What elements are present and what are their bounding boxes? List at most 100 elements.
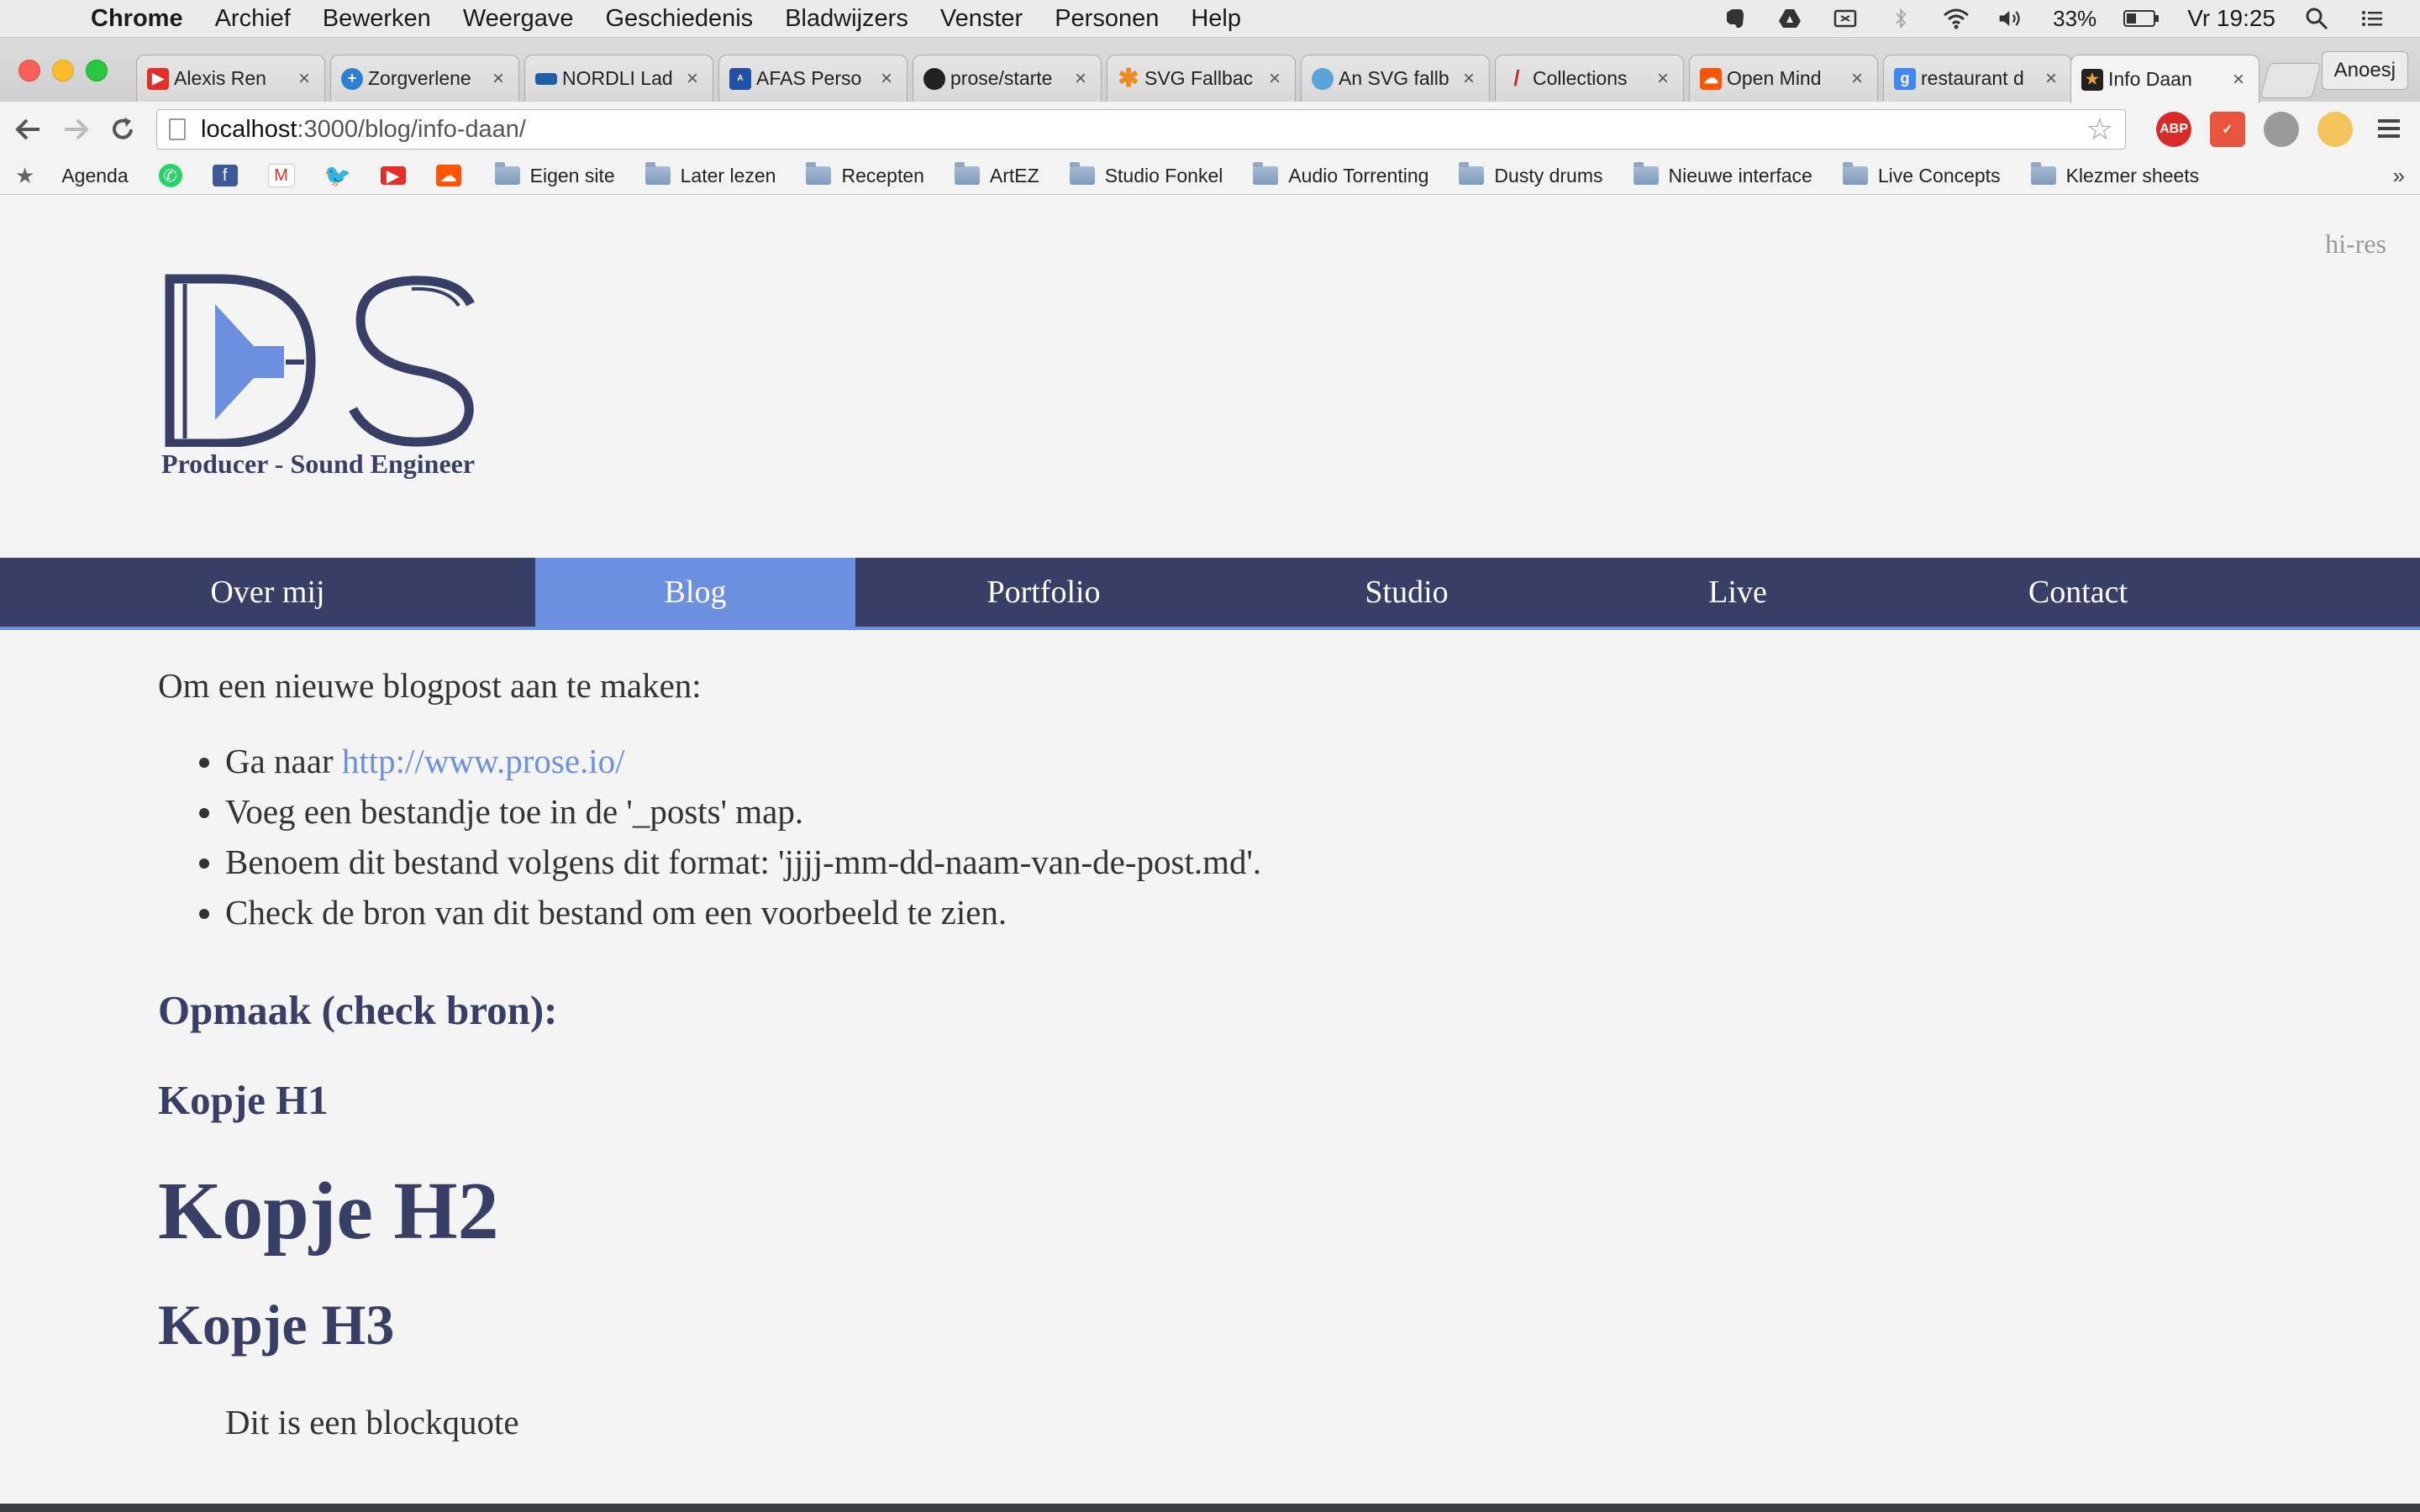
menu-app-chrome[interactable]: Chrome	[91, 5, 183, 33]
tab-close-icon[interactable]: ×	[1263, 67, 1286, 91]
bluetooth-icon[interactable]	[1886, 4, 1915, 33]
folder-icon	[954, 162, 980, 185]
tab-close-icon[interactable]: ×	[681, 67, 704, 91]
bookmark-youtube[interactable]: ▶	[380, 166, 416, 186]
cloud-extension-icon[interactable]	[2317, 112, 2353, 147]
bookmark-folder[interactable]: Nieuwe interface	[1633, 162, 1812, 187]
bookmark-folder[interactable]: Eigen site	[494, 162, 615, 187]
extension-icon[interactable]	[2264, 112, 2299, 147]
menu-geschiedenis[interactable]: Geschiedenis	[605, 5, 753, 33]
browser-tab[interactable]: A AFAS Perso ×	[718, 55, 908, 102]
window-zoom-button[interactable]	[86, 60, 108, 81]
pocket-extension-icon[interactable]: ✓	[2210, 112, 2245, 147]
menu-weergave[interactable]: Weergave	[463, 5, 574, 33]
nav-item-over-mij[interactable]: Over mij	[0, 558, 535, 627]
bookmark-twitter[interactable]: 🐦	[324, 162, 360, 188]
youtube-icon: ▶	[147, 67, 169, 90]
menu-help[interactable]: Help	[1191, 5, 1241, 33]
clock[interactable]: Vr 19:25	[2187, 5, 2275, 32]
instructions-list: Ga naar http://www.prose.io/ Voeg een be…	[158, 736, 2259, 937]
browser-tab[interactable]: An SVG fallb ×	[1301, 55, 1490, 102]
bookmarks-overflow-chevron-icon[interactable]: »	[2393, 163, 2405, 189]
blog-post-content: Om een nieuwe blogpost aan te maken: Ga …	[158, 665, 2259, 1442]
browser-tab[interactable]: NORDLI Lad ×	[524, 55, 713, 102]
browser-tab[interactable]: ☁ Open Mind ×	[1689, 55, 1878, 102]
macos-menubar: Chrome Archief Bewerken Weergave Geschie…	[0, 0, 2420, 38]
tab-close-icon[interactable]: ×	[2039, 67, 2063, 91]
nav-item-blog[interactable]: Blog	[535, 558, 855, 627]
bookmark-folder[interactable]: Audio Torrenting	[1253, 162, 1429, 187]
web-page: hi-res Producer - Sound Engineer Over mi…	[0, 195, 2420, 1512]
bookmark-soundcloud[interactable]: ☁	[435, 165, 471, 186]
bookmark-folder[interactable]: Klezmer sheets	[2030, 162, 2199, 187]
menu-bladwijzers[interactable]: Bladwijzers	[785, 5, 908, 33]
reload-button[interactable]	[104, 111, 141, 148]
bookmark-gmail[interactable]: M	[267, 164, 305, 187]
bookmark-facebook[interactable]: f	[212, 165, 248, 186]
tab-close-icon[interactable]: ×	[487, 67, 510, 91]
browser-tab[interactable]: / Collections ×	[1495, 55, 1684, 102]
battery-icon[interactable]	[2123, 4, 2160, 33]
address-bar[interactable]: localhost:3000/blog/info-daan/ ☆	[156, 109, 2126, 150]
bookmarks-star-icon[interactable]: ★	[15, 163, 34, 189]
browser-tab[interactable]: prose/starte ×	[913, 55, 1102, 102]
bookmark-folder[interactable]: Live Concepts	[1842, 162, 2001, 187]
nav-item-contact[interactable]: Contact	[1894, 558, 2262, 627]
bookmark-folder[interactable]: Later lezen	[644, 162, 776, 187]
notification-center-icon[interactable]	[2358, 4, 2386, 33]
volume-icon[interactable]	[1997, 4, 2026, 33]
bookmark-label: Audio Torrenting	[1288, 164, 1429, 186]
browser-tab[interactable]: ✱ SVG Fallbac ×	[1107, 55, 1296, 102]
bookmark-folder[interactable]: ArtEZ	[954, 162, 1039, 187]
bookmark-folder[interactable]: Dusty drums	[1459, 162, 1603, 187]
chrome-menu-icon[interactable]	[2376, 112, 2402, 147]
tab-close-icon[interactable]: ×	[875, 67, 898, 91]
screen-share-icon[interactable]	[1831, 4, 1860, 33]
browser-tab[interactable]: g restaurant d ×	[1883, 55, 2072, 102]
menu-venster[interactable]: Venster	[940, 5, 1023, 33]
browser-tab[interactable]: + Zorgverlene ×	[330, 55, 519, 102]
menu-archief[interactable]: Archief	[215, 5, 291, 33]
bookmark-agenda[interactable]: Agenda	[50, 165, 128, 187]
adblock-plus-icon[interactable]: ABP	[2156, 112, 2191, 147]
site-navigation: Over mij Blog Portfolio Studio Live Cont…	[0, 558, 2420, 630]
list-item: Ga naar http://www.prose.io/	[225, 736, 2259, 786]
window-close-button[interactable]	[18, 60, 40, 81]
nav-item-live[interactable]: Live	[1581, 558, 1894, 627]
browser-tab-active[interactable]: ★ Info Daan ×	[2070, 55, 2260, 103]
window-minimize-button[interactable]	[52, 60, 74, 81]
twitter-icon: 🐦	[324, 162, 351, 188]
folder-icon	[806, 162, 832, 185]
site-logo[interactable]	[160, 262, 496, 451]
bookmark-whatsapp[interactable]: ✆	[158, 164, 192, 187]
prose-link[interactable]: http://www.prose.io/	[342, 742, 625, 780]
hires-toggle[interactable]: hi-res	[2325, 228, 2386, 260]
tab-close-icon[interactable]: ×	[292, 67, 316, 91]
back-button[interactable]	[10, 111, 47, 148]
tab-close-icon[interactable]: ×	[2227, 68, 2250, 92]
menu-bewerken[interactable]: Bewerken	[323, 5, 431, 33]
google-drive-icon[interactable]	[1776, 4, 1804, 33]
browser-tab[interactable]: ▶ Alexis Ren ×	[136, 55, 325, 102]
list-item-text: Ga naar	[225, 742, 342, 780]
nav-item-studio[interactable]: Studio	[1232, 558, 1581, 627]
spotlight-search-icon[interactable]	[2302, 4, 2331, 33]
menu-personen[interactable]: Personen	[1055, 5, 1159, 33]
tab-close-icon[interactable]: ×	[1457, 67, 1481, 91]
tab-close-icon[interactable]: ×	[1651, 67, 1675, 91]
bookmark-label: Dusty drums	[1494, 164, 1603, 186]
forward-button[interactable]	[57, 111, 94, 148]
wifi-icon[interactable]	[1942, 4, 1970, 33]
battery-percentage[interactable]: 33%	[2053, 6, 2096, 32]
heading-kopje-h1: Kopje H1	[158, 1077, 329, 1123]
tab-close-icon[interactable]: ×	[1069, 67, 1092, 91]
folder-icon	[644, 162, 671, 185]
bookmark-folder[interactable]: Recepten	[806, 162, 924, 187]
new-tab-button[interactable]	[2260, 63, 2322, 98]
bookmark-star-icon[interactable]: ☆	[2086, 112, 2113, 147]
tab-close-icon[interactable]: ×	[1845, 67, 1869, 91]
profile-button[interactable]: Anoesj	[2321, 51, 2408, 90]
nav-item-portfolio[interactable]: Portfolio	[855, 558, 1232, 627]
bookmark-folder[interactable]: Studio Fonkel	[1069, 162, 1223, 187]
evernote-icon[interactable]	[1720, 4, 1749, 33]
